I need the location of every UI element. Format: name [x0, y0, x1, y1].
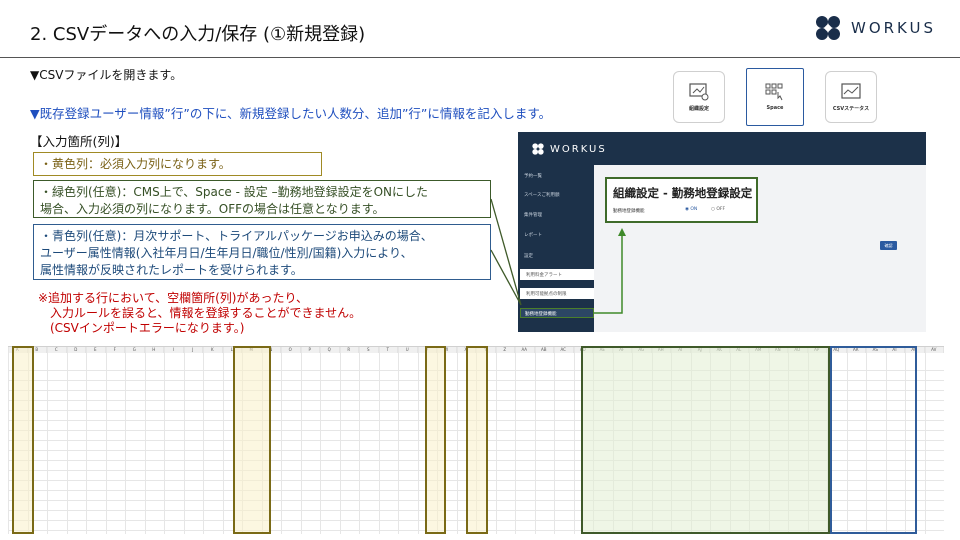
column-header[interactable]: F — [105, 347, 125, 353]
highlight-yellow-col-y — [466, 346, 488, 534]
column-header[interactable]: AA — [515, 347, 535, 353]
column-header[interactable]: O — [281, 347, 301, 353]
column-gridline — [359, 347, 360, 534]
column-gridline — [534, 347, 536, 534]
column-gridline — [573, 347, 575, 534]
column-header[interactable]: Q — [320, 347, 340, 353]
arrowhead — [618, 228, 626, 236]
column-gridline — [144, 347, 146, 534]
column-gridline — [203, 347, 204, 534]
column-header[interactable]: U — [398, 347, 418, 353]
column-gridline — [222, 347, 224, 534]
column-gridline — [924, 347, 926, 534]
column-header[interactable]: Z — [495, 347, 515, 353]
column-header[interactable]: H — [144, 347, 164, 353]
column-gridline — [515, 347, 516, 534]
column-header[interactable]: P — [300, 347, 320, 353]
column-gridline — [378, 347, 380, 534]
column-header[interactable]: C — [47, 347, 67, 353]
column-gridline — [183, 347, 185, 534]
column-header[interactable]: I — [164, 347, 184, 353]
column-gridline — [66, 347, 68, 534]
highlight-blue-cols — [830, 346, 917, 534]
highlight-green-cols — [581, 346, 830, 534]
column-header[interactable]: D — [66, 347, 86, 353]
column-header[interactable]: E — [86, 347, 106, 353]
highlight-yellow-col-w — [425, 346, 446, 534]
column-header[interactable]: S — [359, 347, 379, 353]
column-gridline — [281, 347, 282, 534]
column-gridline — [495, 347, 497, 534]
column-gridline — [339, 347, 341, 534]
column-gridline — [47, 347, 48, 534]
column-gridline — [300, 347, 302, 534]
column-header[interactable]: AB — [534, 347, 554, 353]
column-gridline — [8, 347, 9, 534]
highlight-yellow-col-a — [12, 346, 34, 534]
column-header[interactable]: AV — [924, 347, 944, 353]
highlight-yellow-col-kl — [233, 346, 271, 534]
column-header[interactable]: AC — [554, 347, 574, 353]
connector-blue-line — [490, 249, 522, 306]
column-gridline — [164, 347, 165, 534]
column-gridline — [417, 347, 419, 534]
column-header[interactable]: J — [183, 347, 203, 353]
column-gridline — [554, 347, 555, 534]
column-gridline — [125, 347, 126, 534]
column-header[interactable]: K — [203, 347, 223, 353]
column-gridline — [398, 347, 399, 534]
column-header[interactable]: R — [339, 347, 359, 353]
connector-green-line — [490, 198, 522, 306]
column-gridline — [105, 347, 107, 534]
column-header[interactable]: G — [125, 347, 145, 353]
column-gridline — [456, 347, 458, 534]
column-header[interactable]: T — [378, 347, 398, 353]
column-gridline — [86, 347, 87, 534]
connector-elbow-arrow — [594, 232, 623, 314]
column-gridline — [320, 347, 321, 534]
